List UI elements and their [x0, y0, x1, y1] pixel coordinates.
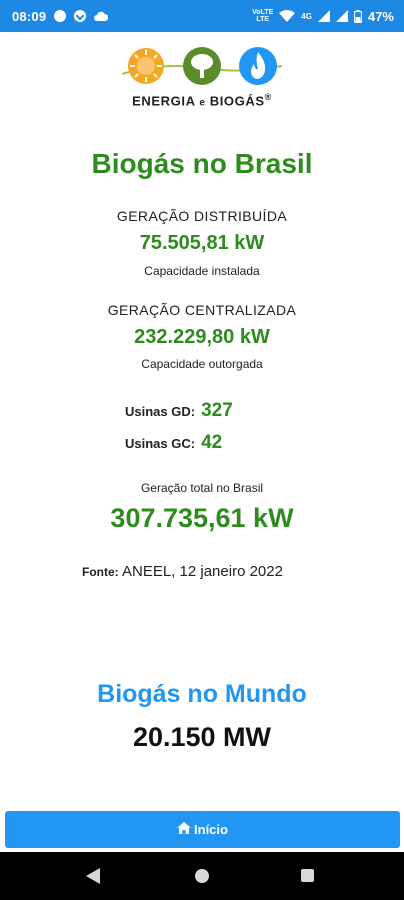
usinas-gc-label: Usinas GC: — [125, 436, 196, 451]
home-nav-icon[interactable] — [195, 869, 209, 883]
home-button-label: Início — [194, 822, 228, 837]
status-time: 08:09 — [12, 8, 47, 24]
volte-bottom: LTE — [256, 16, 270, 23]
fonte-label: Fonte: — [82, 565, 119, 579]
tree-icon — [183, 47, 221, 85]
brasil-title: Biogás no Brasil — [91, 148, 313, 179]
back-icon[interactable] — [86, 868, 100, 889]
logo-text-part1: ENERGIA — [132, 93, 196, 109]
usinas-gd-label: Usinas GD: — [125, 404, 196, 419]
usinas-gd-value: 327 — [201, 400, 233, 421]
signal-icon-2 — [335, 10, 348, 22]
navigation-bar — [0, 852, 404, 900]
cloud-icon — [94, 11, 109, 21]
gd-label: GERAÇÃO DISTRIBUÍDA — [116, 208, 288, 224]
total-label: Geração total no Brasil — [140, 481, 264, 495]
usinas-gc-row: Usinas GC: 42 — [125, 432, 222, 454]
status-right: VoLTE LTE 4G 47% — [252, 9, 394, 24]
network-type: 4G — [301, 11, 312, 21]
home-button[interactable]: Início — [5, 811, 400, 848]
notification-app-icon — [74, 10, 87, 22]
mundo-title: Biogás no Mundo — [97, 680, 307, 708]
volte-indicator: VoLTE LTE — [252, 9, 273, 23]
gc-label: GERAÇÃO CENTRALIZADA — [107, 302, 297, 318]
gd-value: 75.505,81 kW — [139, 232, 265, 254]
logo-registered: ® — [264, 92, 272, 102]
battery-icon — [353, 9, 362, 23]
notification-dot-icon — [54, 10, 67, 22]
logo-text-part2: BIOGÁS — [209, 93, 265, 109]
signal-icon — [317, 10, 330, 22]
usinas-gd-row: Usinas GD: 327 — [125, 400, 233, 422]
gc-value: 232.229,80 kW — [134, 326, 270, 348]
usinas-gc-value: 42 — [201, 432, 223, 453]
gd-caption: Capacidade instalada — [144, 264, 260, 278]
logo-text: ENERGIA e BIOGÁS® — [0, 92, 404, 108]
logo-icons — [122, 47, 282, 85]
recents-icon[interactable] — [301, 869, 314, 882]
sun-icon — [128, 48, 164, 84]
status-bar: 08:09 VoLTE LTE 4G 47% — [0, 0, 404, 32]
logo-text-conj: e — [199, 97, 206, 109]
total-value: 307.735,61 kW — [110, 503, 294, 533]
home-icon — [177, 822, 192, 837]
status-left: 08:09 — [12, 8, 109, 24]
flame-icon — [239, 47, 277, 85]
battery-percent: 47% — [367, 8, 394, 24]
app-logo: ENERGIA e BIOGÁS® — [0, 40, 404, 120]
mundo-value: 20.150 MW — [132, 722, 272, 752]
wifi-icon — [279, 10, 296, 22]
gc-caption: Capacidade outorgada — [141, 357, 263, 371]
fonte-value: ANEEL, 12 janeiro 2022 — [122, 563, 283, 580]
fonte: Fonte: ANEEL, 12 janeiro 2022 — [82, 563, 283, 580]
volte-top: VoLTE — [252, 9, 274, 16]
